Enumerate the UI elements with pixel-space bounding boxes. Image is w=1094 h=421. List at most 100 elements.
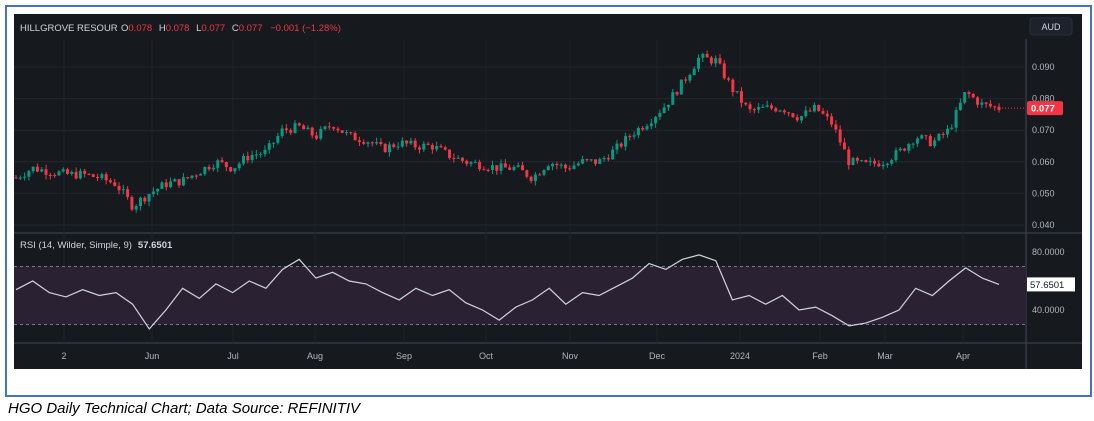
candle-body xyxy=(267,143,271,150)
candle-body xyxy=(113,182,117,186)
candle-body xyxy=(546,166,550,171)
candle-body xyxy=(748,104,752,110)
candle-body xyxy=(495,165,499,171)
candle-body xyxy=(911,143,915,145)
candle-body xyxy=(860,160,864,162)
candle-body xyxy=(211,167,215,170)
chart-area[interactable]: HILLGROVE RESOUR O0.078 H0.078 L0.077 C0… xyxy=(14,14,1082,369)
candle-body xyxy=(375,142,379,144)
candle-body xyxy=(91,174,95,177)
candle-body xyxy=(821,111,825,114)
candle-body xyxy=(714,58,718,64)
candle-body xyxy=(452,158,456,160)
candle-body xyxy=(456,157,460,159)
candle-body xyxy=(340,130,344,133)
candle-body xyxy=(937,133,941,141)
candle-body xyxy=(808,110,812,112)
candle-body xyxy=(405,140,409,144)
candle-body xyxy=(765,105,769,107)
candle-body xyxy=(319,128,323,139)
candle-body xyxy=(156,188,160,192)
candle-body xyxy=(928,135,932,147)
candle-body xyxy=(641,127,645,130)
candle-body xyxy=(57,171,61,176)
candle-body xyxy=(915,138,919,144)
candle-body xyxy=(186,177,190,179)
candle-body xyxy=(357,140,361,142)
candle-body xyxy=(387,144,391,153)
candle-body xyxy=(722,63,726,79)
candle-body xyxy=(533,174,537,182)
candle-body xyxy=(589,159,593,161)
brand-text: LSEG xyxy=(1029,372,1072,388)
candle-body xyxy=(169,181,173,188)
candle-body xyxy=(478,162,482,170)
candle-body xyxy=(709,57,713,64)
candle-body xyxy=(774,108,778,112)
candle-body xyxy=(907,143,911,151)
figure-caption: HGO Daily Technical Chart; Data Source: … xyxy=(8,400,361,417)
candle-body xyxy=(473,162,477,164)
candle-body xyxy=(181,177,185,186)
candle-body xyxy=(988,103,992,107)
candle-body xyxy=(903,148,907,151)
candle-body xyxy=(138,197,142,207)
candle-body xyxy=(469,162,473,164)
candle-body xyxy=(246,155,250,161)
candle-body xyxy=(769,105,773,109)
candle-body xyxy=(383,143,387,153)
candle-body xyxy=(958,102,962,111)
candle-body xyxy=(572,165,576,169)
candle-body xyxy=(628,136,632,138)
candle-body xyxy=(276,135,280,143)
candle-body xyxy=(933,140,937,147)
candle-body xyxy=(490,165,494,170)
candle-body xyxy=(66,169,70,174)
candle-body xyxy=(782,110,786,113)
candle-body xyxy=(885,163,889,165)
candle-body xyxy=(460,157,464,161)
candle-body xyxy=(529,176,533,182)
candle-body xyxy=(662,107,666,113)
candle-body xyxy=(314,135,318,139)
candle-body xyxy=(941,133,945,135)
low-value: 0.077 xyxy=(201,23,225,34)
candle-body xyxy=(263,149,267,155)
candle-body xyxy=(332,127,336,129)
candle-body xyxy=(31,166,35,172)
candle-body xyxy=(104,174,108,181)
candle-body xyxy=(538,174,542,176)
candle-body xyxy=(126,189,130,198)
candle-body xyxy=(345,132,349,134)
candle-body xyxy=(284,128,288,130)
candle-body xyxy=(413,140,417,148)
candle-body xyxy=(873,160,877,164)
candle-body xyxy=(945,128,949,135)
candle-body xyxy=(199,173,203,176)
candle-body xyxy=(512,166,516,170)
candle-body xyxy=(379,142,383,144)
candle-body xyxy=(971,94,975,98)
candle-body xyxy=(842,142,846,150)
rsi-tick-label: 40.0000 xyxy=(1032,305,1065,315)
candle-body xyxy=(435,145,439,150)
price-tick-label: 0.060 xyxy=(1032,157,1055,167)
candle-body xyxy=(117,185,121,191)
candle-body xyxy=(70,171,74,174)
candle-body xyxy=(396,146,400,148)
candle-body xyxy=(679,79,683,95)
time-tick-label: Aug xyxy=(307,351,323,361)
candle-body xyxy=(684,79,688,81)
candle-body xyxy=(233,168,237,172)
candle-body xyxy=(439,145,443,148)
candle-body xyxy=(757,107,761,110)
candle-body xyxy=(954,110,958,128)
candle-body xyxy=(847,149,851,165)
candle-body xyxy=(426,143,430,145)
candle-body xyxy=(259,154,263,156)
candle-body xyxy=(74,171,78,179)
change-value: −0.001 (−1.28%) xyxy=(270,23,341,34)
candle-body xyxy=(297,123,301,126)
candle-body xyxy=(735,91,739,93)
candle-body xyxy=(516,165,520,167)
